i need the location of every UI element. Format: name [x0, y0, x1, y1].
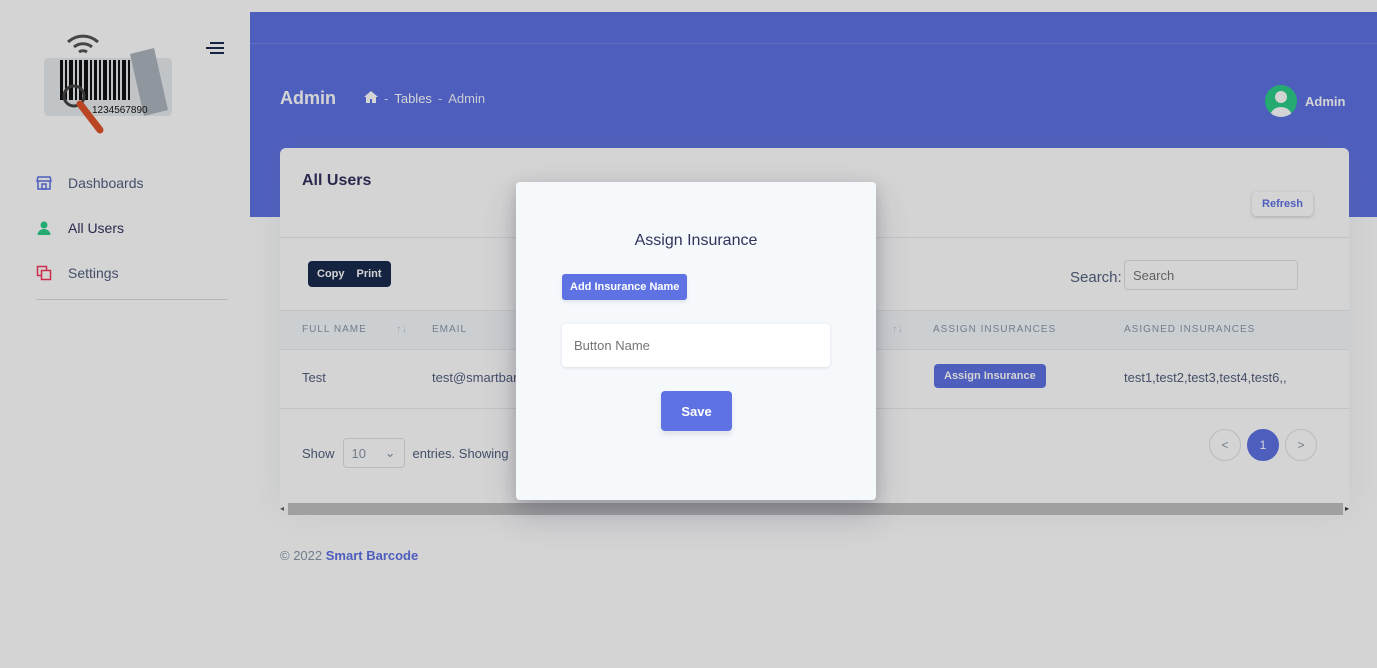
- add-insurance-name-button[interactable]: Add Insurance Name: [562, 274, 688, 300]
- modal-title: Assign Insurance: [634, 232, 758, 249]
- assign-insurance-modal: Assign Insurance Add Insurance Name Save: [516, 182, 876, 500]
- button-name-input[interactable]: [562, 324, 830, 367]
- save-button[interactable]: Save: [661, 391, 732, 431]
